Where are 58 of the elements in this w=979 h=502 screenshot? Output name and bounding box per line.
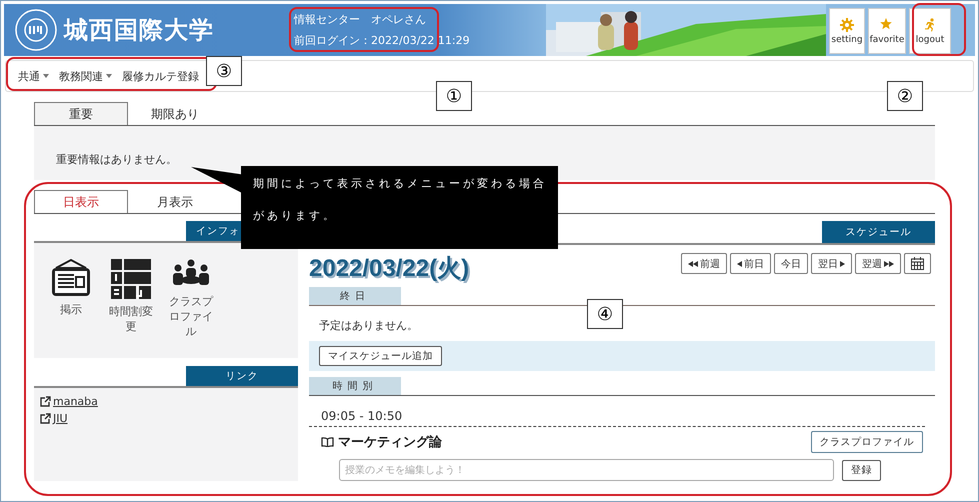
right-arrow-icon [840,260,845,266]
calendar-button[interactable] [904,253,931,274]
number-marker: ② [887,81,923,111]
university-title: 城西国際大学 [64,15,214,46]
add-schedule-button[interactable]: マイスケジュール追加 [319,346,442,366]
info-shortcut[interactable]: 掲示 [44,259,98,340]
callout-text: 期間によって表示されるメニューが変わる場合 [253,176,548,191]
class-profile-button[interactable]: クラスプロファイル [810,431,923,453]
all-day-label: 終日 [309,287,401,305]
header-action-button[interactable]: logout [909,8,951,54]
links-header: リンク [186,366,298,386]
view-tab[interactable]: 日表示 [34,190,128,213]
header-action-button[interactable]: setting [829,8,865,54]
number-marker: ③ [206,56,242,86]
date-nav-button[interactable]: 前日 [730,253,771,274]
left-arrow-icon [737,260,742,266]
info-shortcut[interactable]: 時間割変更 [104,259,158,340]
menu-item[interactable]: 教務関連 [59,68,112,84]
highlight-ring [912,3,966,56]
no-events-text: 予定はありません。 [319,319,418,332]
calendar-icon [911,257,924,270]
number-marker: ① [436,81,472,111]
user-name: 情報センター オペレさん [294,12,427,27]
date-nav-button[interactable]: 翌日 [811,253,852,274]
timetable-icon [111,259,151,299]
date-nav-button[interactable]: 前週 [681,253,727,274]
class-title: マーケティング論 [338,434,442,451]
external-link-icon [40,413,51,424]
gear-icon [840,18,854,32]
star-icon [880,18,894,32]
double-right-arrow-icon [884,260,894,266]
schedule-header: スケジュール [822,221,935,243]
menu-item[interactable]: 共通 [18,68,49,84]
memo-field[interactable]: 授業のメモを編集しよう！ [339,459,834,481]
runner-icon [924,18,936,32]
class-time: 09:05 - 10:50 [321,409,402,423]
callout-text: があります。 [253,208,338,223]
info-shortcut[interactable]: クラスプロファイル [164,259,218,340]
double-left-arrow-icon [688,260,698,266]
notice-text: 重要情報はありません。 [56,153,177,166]
view-tab[interactable]: 月表示 [128,190,222,213]
book-icon [321,437,334,447]
last-login: 前回ログイン：2022/03/22 11:29 [294,33,471,48]
header-action-button[interactable]: favorite [868,8,906,54]
timed-label: 時間別 [309,377,401,395]
date-nav-button[interactable]: 翌週 [855,253,901,274]
number-marker: ④ [587,299,623,329]
menu-item[interactable]: 履修カルテ登録 [122,68,199,84]
notice-tab[interactable]: 期限あり [128,102,222,125]
external-link[interactable]: JIU [40,412,298,425]
university-logo [14,8,58,52]
notice-tab[interactable]: 重要 [34,102,128,125]
date-nav-button[interactable]: 今日 [774,253,808,274]
bulletin-board-icon [50,259,92,297]
external-link[interactable]: manaba [40,395,298,408]
schedule-date: 2022/03/22(火) [309,254,470,284]
external-link-icon [40,396,51,407]
register-button[interactable]: 登録 [842,460,881,480]
